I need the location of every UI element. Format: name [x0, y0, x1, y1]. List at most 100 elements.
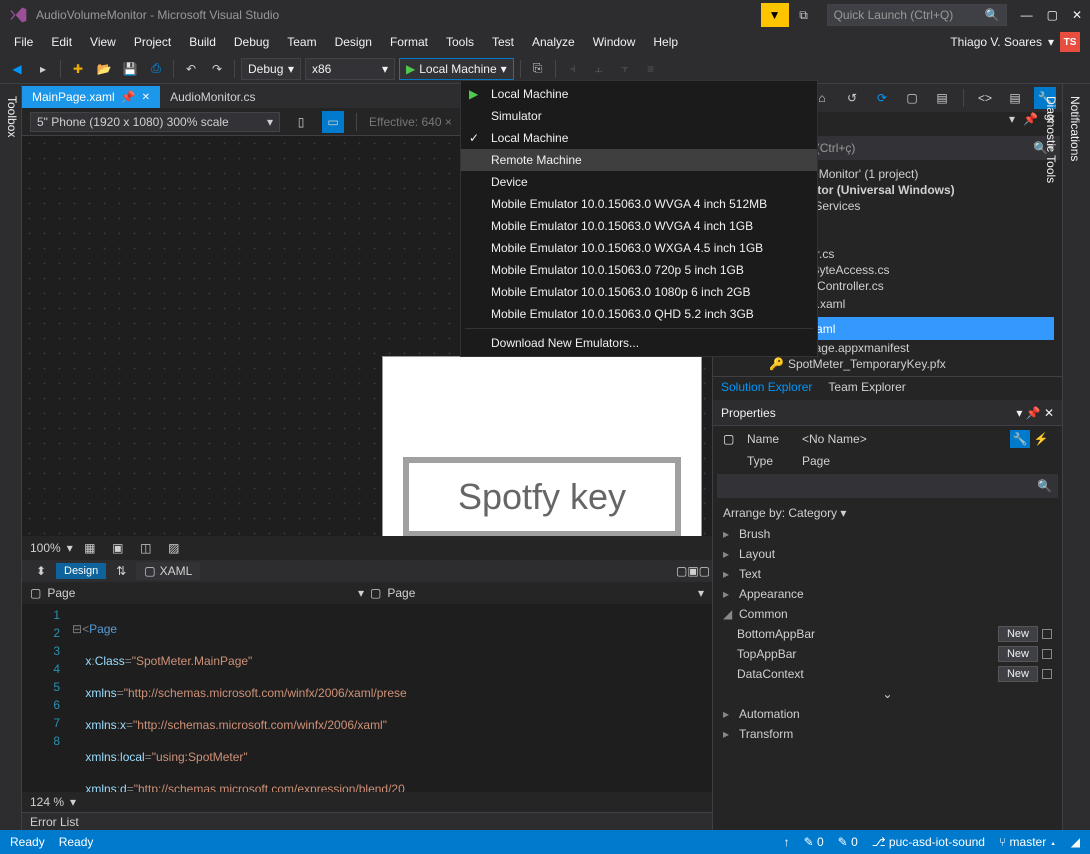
expand-more[interactable]: ⌄	[713, 684, 1062, 704]
collapse-icon[interactable]: ↺	[841, 87, 863, 109]
cat-automation[interactable]: ▸Automation	[713, 704, 1062, 724]
temp-key[interactable]: 🔑 SpotMeter_TemporaryKey.pfx	[721, 356, 1054, 372]
nav-fwd-button[interactable]: ▸	[32, 58, 54, 80]
align-center-icon[interactable]: ⫠	[588, 58, 610, 80]
status-upload-icon[interactable]: ↑	[784, 835, 790, 849]
grid-icon[interactable]: ▦	[79, 537, 101, 559]
link-icon[interactable]: ⧉	[793, 4, 815, 26]
properties-search[interactable]: 🔍	[717, 474, 1058, 498]
arrange-by[interactable]: Arrange by: Category ▾	[713, 502, 1062, 524]
menu-analyze[interactable]: Analyze	[524, 33, 583, 51]
menu-project[interactable]: Project	[126, 33, 179, 51]
save-all-button[interactable]: ⎙	[145, 58, 167, 80]
new-button[interactable]: New	[998, 626, 1038, 642]
maximize-button[interactable]: ▢	[1047, 8, 1058, 22]
dropdown-item[interactable]: Mobile Emulator 10.0.15063.0 720p 5 inch…	[461, 259, 817, 281]
design-view-icon[interactable]: ▤	[1004, 87, 1026, 109]
refresh-icon[interactable]: ⟳	[871, 87, 893, 109]
user-name[interactable]: Thiago V. Soares	[950, 35, 1042, 49]
effects-icon[interactable]: ▨	[163, 537, 185, 559]
dropdown-item[interactable]: Mobile Emulator 10.0.15063.0 WVGA 4 inch…	[461, 215, 817, 237]
menu-design[interactable]: Design	[327, 33, 380, 51]
nav-back-button[interactable]: ◀	[6, 58, 28, 80]
cat-transform[interactable]: ▸Transform	[713, 724, 1062, 744]
toolbox-tab[interactable]: Toolbox	[5, 92, 19, 826]
user-avatar[interactable]: TS	[1060, 32, 1080, 52]
properties-icon[interactable]: ▤	[931, 87, 953, 109]
menu-help[interactable]: Help	[645, 33, 686, 51]
platform-combo[interactable]: x86▾	[305, 58, 395, 80]
menu-team[interactable]: Team	[279, 33, 324, 51]
dropdown-item[interactable]: Download New Emulators...	[461, 332, 817, 354]
menu-debug[interactable]: Debug	[226, 33, 277, 51]
design-surface[interactable]: Spotfy key	[382, 356, 702, 536]
show-all-icon[interactable]: ▢	[901, 87, 923, 109]
distribute-icon[interactable]: ≡	[640, 58, 662, 80]
cat-layout[interactable]: ▸Layout	[713, 544, 1062, 564]
status-corner-icon[interactable]: ◢	[1071, 835, 1080, 849]
pin-icon[interactable]: 📌	[121, 90, 136, 104]
notifications-tab[interactable]: Notifications	[1068, 92, 1082, 826]
tab-audiomonitor-cs[interactable]: AudioMonitor.cs	[160, 86, 265, 108]
menu-file[interactable]: File	[6, 33, 41, 51]
quick-launch-input[interactable]: Quick Launch (Ctrl+Q) 🔍	[827, 4, 1007, 26]
code-editor[interactable]: 12345678 ⊟<Page x:Class="SpotMeter.MainP…	[22, 604, 712, 792]
orientation-portrait-icon[interactable]: ▯	[290, 111, 312, 133]
snap-icon[interactable]: ▣	[107, 537, 129, 559]
save-button[interactable]: 💾	[119, 58, 141, 80]
xaml-tab[interactable]: ▢XAML	[136, 562, 200, 580]
open-button[interactable]: 📂	[93, 58, 115, 80]
solution-explorer-tab[interactable]: Solution Explorer	[713, 377, 820, 400]
align-left-icon[interactable]: ⫞	[562, 58, 584, 80]
new-project-button[interactable]: ✚	[67, 58, 89, 80]
dropdown-item[interactable]: ▶Local Machine	[461, 83, 817, 105]
menu-format[interactable]: Format	[382, 33, 436, 51]
snap2-icon[interactable]: ◫	[135, 537, 157, 559]
close-button[interactable]: ✕	[1072, 8, 1082, 22]
code-nav-left[interactable]: Page	[47, 586, 352, 600]
align-right-icon[interactable]: ⫟	[614, 58, 636, 80]
code-content[interactable]: ⊟<Page x:Class="SpotMeter.MainPage" xmln…	[72, 604, 421, 792]
prop-topappbar[interactable]: TopAppBarNew	[713, 644, 1062, 664]
minimize-button[interactable]: —	[1021, 8, 1033, 22]
undo-button[interactable]: ↶	[180, 58, 202, 80]
cat-appearance[interactable]: ▸Appearance	[713, 584, 1062, 604]
cat-text[interactable]: ▸Text	[713, 564, 1062, 584]
code-zoom-value[interactable]: 124 %	[30, 795, 64, 809]
dropdown-item[interactable]: Mobile Emulator 10.0.15063.0 WVGA 4 inch…	[461, 193, 817, 215]
menu-tools[interactable]: Tools	[438, 33, 482, 51]
close-tab-icon[interactable]: ✕	[142, 92, 150, 103]
redo-button[interactable]: ↷	[206, 58, 228, 80]
dropdown-item[interactable]: ✓Local Machine	[461, 127, 817, 149]
code-nav-right[interactable]: Page	[387, 586, 692, 600]
menu-window[interactable]: Window	[585, 33, 644, 51]
prop-datacontext[interactable]: DataContextNew	[713, 664, 1062, 684]
config-combo[interactable]: Debug▾	[241, 58, 301, 80]
tab-mainpage-xaml[interactable]: MainPage.xaml 📌 ✕	[22, 86, 160, 108]
diagnostic-tools-tab[interactable]: Diagnostic Tools	[1044, 92, 1058, 826]
device-combo[interactable]: 5" Phone (1920 x 1080) 300% scale▾	[30, 112, 280, 132]
new-button[interactable]: New	[998, 666, 1038, 682]
dropdown-item[interactable]: Remote Machine	[461, 149, 817, 171]
debug-target-dropdown[interactable]: ▶Local MachineSimulator✓Local MachineRem…	[460, 80, 818, 357]
code-view-icon[interactable]: <>	[974, 87, 996, 109]
feedback-badge[interactable]: ▼	[761, 3, 789, 27]
menu-edit[interactable]: Edit	[43, 33, 80, 51]
dropdown-item[interactable]: Device	[461, 171, 817, 193]
prop-bottomappbar[interactable]: BottomAppBarNew	[713, 624, 1062, 644]
orientation-landscape-icon[interactable]: ▭	[322, 111, 344, 133]
dropdown-item[interactable]: Mobile Emulator 10.0.15063.0 QHD 5.2 inc…	[461, 303, 817, 325]
props-wrench-icon[interactable]: 🔧	[1010, 430, 1030, 448]
expand-pane-icon[interactable]: ▢▣▢	[682, 560, 704, 582]
status-branch[interactable]: ⑂ master ▴	[999, 835, 1057, 849]
swap-panes-icon[interactable]: ⬍	[30, 560, 52, 582]
dropdown-item[interactable]: Mobile Emulator 10.0.15063.0 WXGA 4.5 in…	[461, 237, 817, 259]
menu-build[interactable]: Build	[181, 33, 224, 51]
cat-brush[interactable]: ▸Brush	[713, 524, 1062, 544]
dropdown-item[interactable]: Mobile Emulator 10.0.15063.0 1080p 6 inc…	[461, 281, 817, 303]
prop-name-value[interactable]: <No Name>	[802, 432, 1010, 446]
pin-icon[interactable]: 📌	[1023, 112, 1038, 134]
dropdown-item[interactable]: Simulator	[461, 105, 817, 127]
new-button[interactable]: New	[998, 646, 1038, 662]
menu-test[interactable]: Test	[484, 33, 522, 51]
